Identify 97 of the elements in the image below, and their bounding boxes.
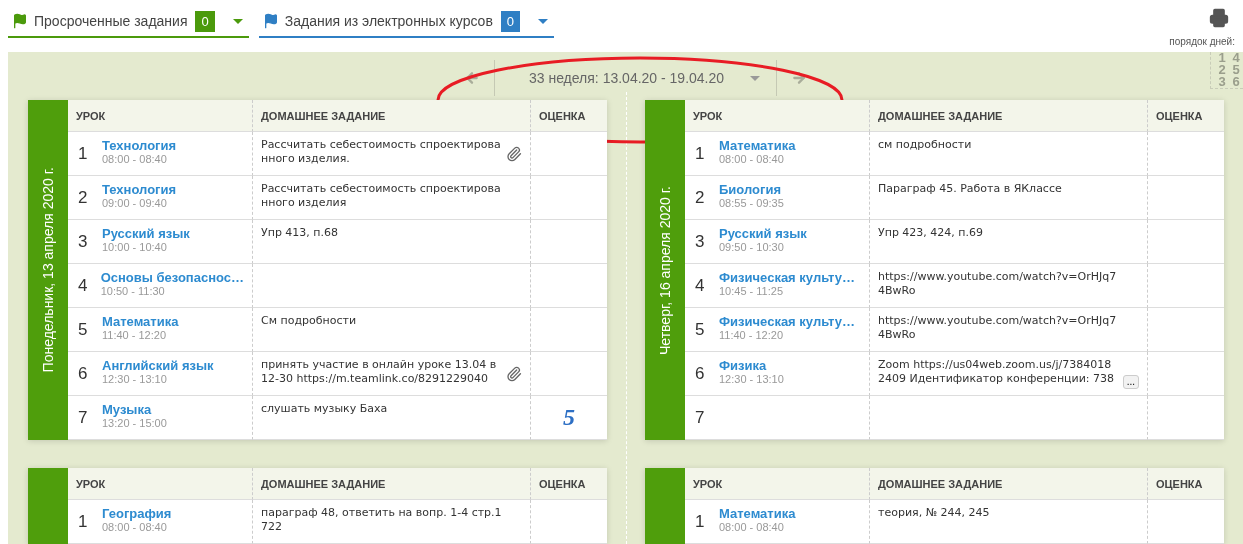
lesson-number: 6 — [695, 363, 706, 384]
subject-link[interactable]: Английский язык — [102, 358, 214, 373]
column-header: ОЦЕНКА — [530, 468, 607, 500]
homework-text: https://www.youtube.com/watch?v=OrHJq7 4BwRo — [878, 270, 1118, 299]
lesson-number: 5 — [695, 319, 706, 340]
count-badge: 0 — [195, 10, 215, 32]
day-order-number: 4 — [1231, 52, 1241, 64]
lesson-time: 12:30 - 13:10 — [719, 373, 784, 385]
subject-link[interactable]: Основы безопаснос… — [100, 270, 244, 285]
column-header: ОЦЕНКА — [530, 100, 607, 132]
homework-text: Упр 423, 424, п.69 — [878, 226, 985, 241]
filter-tab[interactable]: Просроченные задания 0 — [8, 6, 249, 38]
subject-link[interactable]: Русский язык — [719, 226, 807, 241]
day-order-number: 1 — [1217, 52, 1227, 64]
subject-link[interactable]: География — [102, 506, 172, 521]
flag-icon — [262, 13, 279, 29]
lesson-number: 2 — [78, 187, 89, 208]
lesson-time: 08:00 - 08:40 — [102, 153, 168, 165]
lesson-time: 09:00 - 09:40 — [102, 197, 168, 209]
day-order-number: 6 — [1231, 76, 1241, 88]
lesson-number: 3 — [78, 231, 89, 252]
lesson-time: 11:40 - 12:20 — [719, 329, 784, 341]
column-header: ДОМАШНЕЕ ЗАДАНИЕ — [252, 100, 530, 132]
homework-text: Zoom https://us04web.zoom.us/j/7384018 2409 Идентификатор конференции: 738 — [878, 358, 1116, 387]
subject-link[interactable]: Математика — [719, 506, 796, 521]
lesson-time: 08:00 - 08:40 — [102, 521, 168, 533]
subject-link[interactable]: Математика — [719, 138, 796, 153]
homework-text: см подробности — [878, 138, 973, 153]
homework-text: Рассчитать себестоимость спроектирова нного изделия — [261, 182, 502, 211]
lesson-time: 13:20 - 15:00 — [102, 417, 167, 429]
caret-icon — [538, 18, 549, 24]
count-badge: 0 — [500, 10, 521, 32]
homework-text: https://www.youtube.com/watch?v=OrHJq7 4BwRo — [878, 314, 1118, 343]
column-header: ДОМАШНЕЕ ЗАДАНИЕ — [869, 468, 1147, 500]
lesson-number: 1 — [695, 143, 706, 164]
lesson-time: 10:50 - 11:30 — [100, 285, 166, 297]
grade-mark: 5 — [563, 404, 575, 431]
homework-text: теория, № 244, 245 — [878, 506, 991, 521]
subject-link[interactable]: Технология — [102, 138, 177, 153]
column-header: УРОК — [68, 468, 252, 500]
homework-text: Параграф 45. Работа в ЯКлассе — [878, 182, 1063, 197]
homework-text: Упр 413, п.68 — [261, 226, 340, 241]
day-date: Четверг, 16 апреля 2020 г. — [657, 185, 673, 355]
lesson-number: 1 — [695, 511, 706, 532]
subject-link[interactable]: Математика — [102, 314, 179, 329]
day-order-label: порядок дней: — [1169, 36, 1235, 47]
lesson-number: 3 — [695, 231, 706, 252]
lesson-number: 2 — [695, 187, 706, 208]
day-order-number: 2 — [1217, 64, 1227, 76]
subject-link[interactable]: Русский язык — [102, 226, 190, 241]
lesson-number: 4 — [695, 275, 706, 296]
day-order-number: 5 — [1231, 64, 1241, 76]
column-header: УРОК — [68, 100, 252, 132]
lesson-time: 10:00 - 10:40 — [102, 241, 168, 253]
lesson-number: 1 — [78, 511, 89, 532]
column-header: ДОМАШНЕЕ ЗАДАНИЕ — [252, 468, 530, 500]
lesson-time: 08:00 - 08:40 — [719, 521, 785, 533]
column-header: ДОМАШНЕЕ ЗАДАНИЕ — [869, 100, 1147, 132]
caret-icon — [750, 75, 761, 81]
subject-link[interactable]: Физика — [719, 358, 784, 373]
paperclip-icon[interactable] — [506, 145, 522, 162]
paperclip-icon[interactable] — [506, 365, 522, 382]
subject-link[interactable]: Физическая культу… — [719, 270, 855, 285]
print-icon[interactable] — [1209, 8, 1229, 28]
caret-icon — [232, 18, 243, 24]
homework-text: параграф 48, ответить на вопр. 1-4 стр.1 722 — [261, 506, 503, 535]
lesson-time: 08:55 - 09:35 — [719, 197, 784, 209]
subject-link[interactable]: Биология — [719, 182, 784, 197]
lesson-number: 7 — [695, 407, 706, 428]
lesson-time: 08:00 - 08:40 — [719, 153, 785, 165]
subject-link[interactable]: Технология — [102, 182, 177, 197]
lesson-number: 6 — [78, 363, 89, 384]
lesson-number: 7 — [78, 407, 89, 428]
day-order-selector[interactable]: 1 4 2 5 3 6 — [1210, 52, 1243, 89]
subject-link[interactable]: Физическая культу… — [719, 314, 855, 329]
subject-link[interactable]: Музыка — [102, 402, 167, 417]
lesson-time: 12:30 - 13:10 — [102, 373, 168, 385]
homework-text: принять участие в онлайн уроке 13.04 в 12-30 https://m.teamlink.co/8291229040 — [261, 358, 498, 387]
lesson-time: 10:45 - 11:25 — [719, 285, 784, 297]
homework-text: См подробности — [261, 314, 358, 329]
column-header: ОЦЕНКА — [1147, 468, 1224, 500]
day-order-number: 3 — [1217, 76, 1227, 88]
flag-icon — [12, 13, 28, 29]
column-header: УРОК — [685, 468, 869, 500]
column-header: ОЦЕНКА — [1147, 100, 1224, 132]
lesson-number: 5 — [78, 319, 89, 340]
homework-text: Рассчитать себестоимость спроектирова нного изделия. — [261, 138, 502, 167]
more-button[interactable]: ... — [1122, 375, 1139, 389]
lesson-time: 11:40 - 12:20 — [102, 329, 167, 341]
lesson-number: 1 — [78, 143, 89, 164]
lesson-time: 09:50 - 10:30 — [719, 241, 785, 253]
week-selector[interactable]: 33 неделя: 13.04.20 - 19.04.20 — [494, 60, 777, 96]
day-date: Понедельник, 13 апреля 2020 г. — [40, 167, 56, 373]
lesson-number: 4 — [78, 275, 89, 296]
column-header: УРОК — [685, 100, 869, 132]
homework-text: слушать музыку Баха — [261, 402, 389, 417]
filter-tab[interactable]: Задания из электронных курсов 0 — [258, 6, 555, 38]
